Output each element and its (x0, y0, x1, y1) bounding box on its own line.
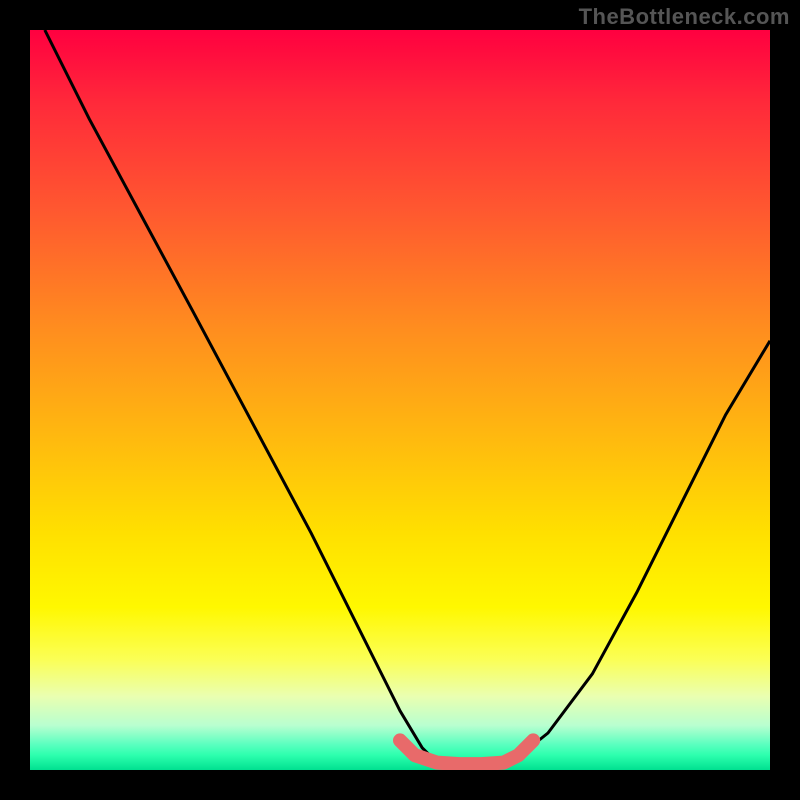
curve-overlay (30, 30, 770, 770)
plot-area (30, 30, 770, 770)
bottleneck-curve-right (511, 341, 770, 763)
bottleneck-curve-left (45, 30, 511, 766)
watermark-text: TheBottleneck.com (579, 4, 790, 30)
